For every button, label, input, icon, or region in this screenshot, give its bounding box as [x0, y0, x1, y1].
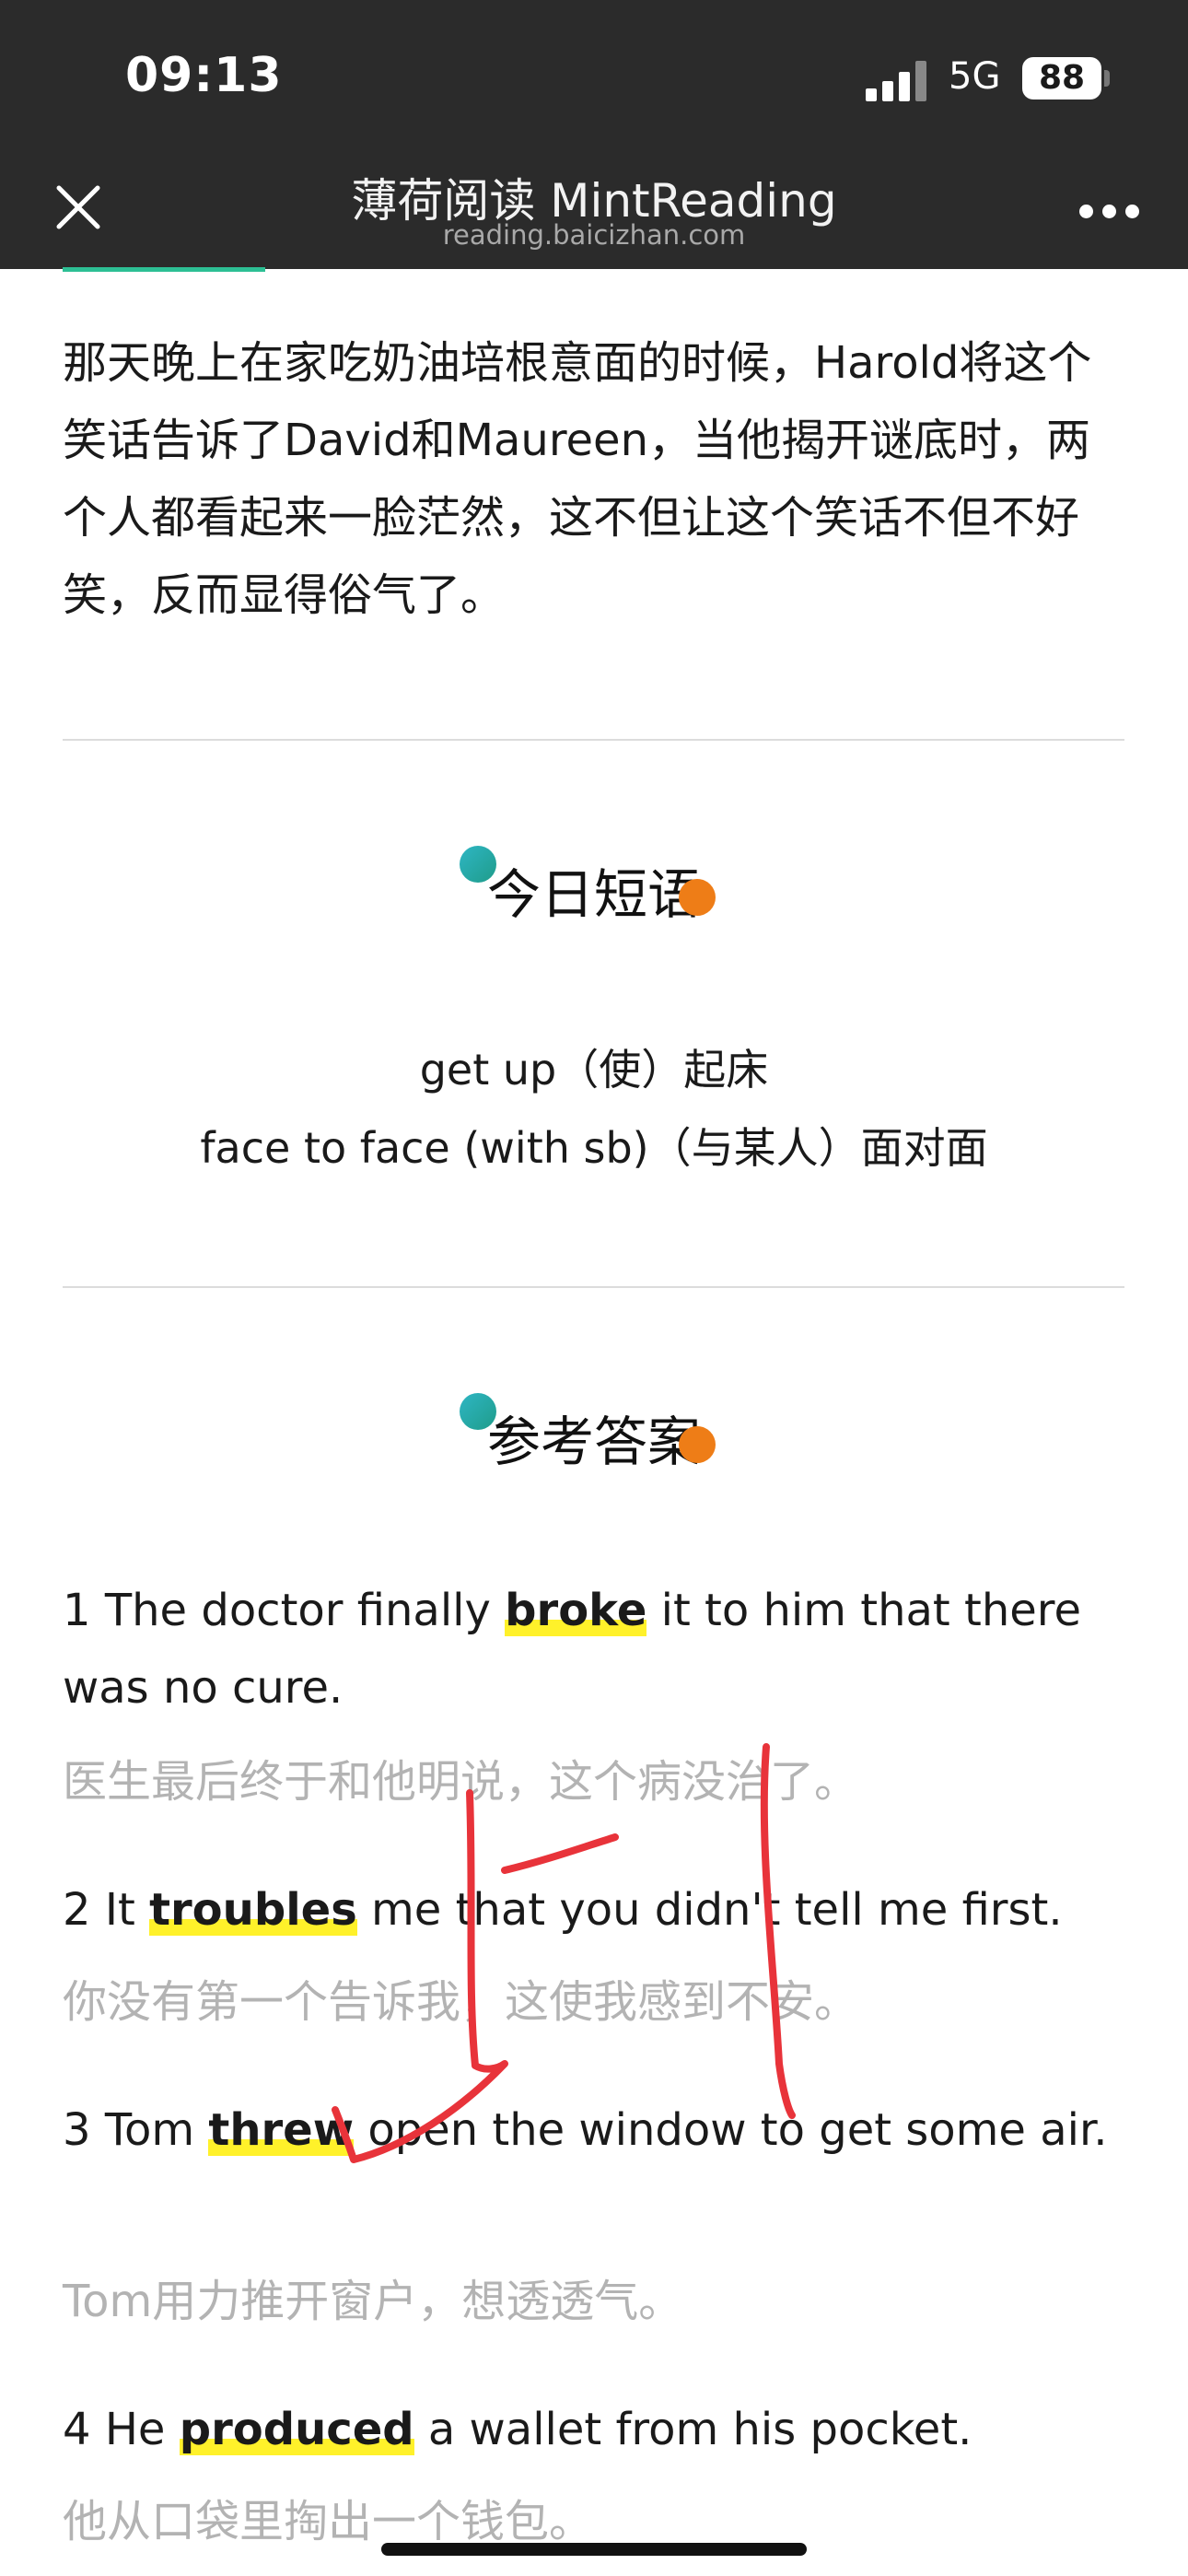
home-indicator [381, 2543, 807, 2556]
phrase-item: get up（使）起床 [419, 1045, 769, 1095]
answer-sentence: 4 He produced a wallet from his pocket. [63, 2391, 1140, 2468]
answer-sentence: 2 It troubles me that you didn't tell me… [63, 1871, 1140, 1949]
answer-sentence: 1 The doctor finally broke it to him tha… [63, 1572, 1140, 1727]
answer-number: 1 [63, 1585, 91, 1636]
divider [63, 1286, 1124, 1288]
answer-number: 2 [63, 1884, 91, 1936]
answer-keyword: threw [208, 2104, 355, 2156]
battery-tip [1104, 70, 1110, 87]
answer-sentence: 3 Tom threw open the window to get some … [63, 2091, 1140, 2169]
signal-icon [866, 61, 928, 101]
status-time: 09:13 [125, 48, 283, 103]
orange-dot-icon [679, 1426, 716, 1463]
answer-translation: 你没有第一个告诉我，这使我感到不安。 [63, 1976, 859, 2028]
answer-text: a wallet from his pocket. [427, 2404, 973, 2455]
answer-keyword: troubles [149, 1884, 357, 1936]
answers-heading-text: 参考答案 [486, 1411, 701, 1473]
section-accent-bar [63, 267, 265, 272]
answer-translation: 医生最后终于和他明说，这个病没治了。 [63, 1756, 859, 1808]
more-icon [1079, 205, 1093, 218]
answers-heading: 参考答案 [0, 1393, 1188, 1476]
answer-number: 3 [63, 2104, 91, 2156]
phrases-heading-text: 今日短语 [486, 863, 701, 926]
page-url: reading.baicizhan.com [442, 219, 746, 251]
story-paragraph: 那天晚上在家吃奶油培根意面的时候，Harold将这个笑话告诉了David和Mau… [63, 337, 1092, 621]
answer-text: He [104, 2404, 166, 2455]
answer-translation: Tom用力推开窗户，想透透气。 [63, 2276, 683, 2327]
phrase-item: face to face (with sb)（与某人）面对面 [200, 1123, 988, 1173]
answer-text: open the window to get some air. [367, 2104, 1108, 2156]
more-button[interactable] [1079, 205, 1140, 219]
phrases-heading: 今日短语 [0, 846, 1188, 929]
battery-icon: 88 [1022, 57, 1101, 100]
answer-text: Tom [104, 2104, 195, 2156]
orange-dot-icon [679, 879, 716, 916]
network-label: 5G [949, 55, 1001, 98]
answer-keyword: produced [179, 2404, 414, 2455]
answer-text: The doctor finally [104, 1585, 491, 1636]
answer-text: me that you didn't tell me first. [371, 1884, 1063, 1936]
top-bar: 09:13 5G 88 薄荷阅读 MintReading reading.bai… [0, 0, 1188, 269]
divider [63, 739, 1124, 741]
answer-number: 4 [63, 2404, 91, 2455]
answer-keyword: broke [505, 1585, 647, 1636]
answer-text: It [104, 1884, 135, 1936]
